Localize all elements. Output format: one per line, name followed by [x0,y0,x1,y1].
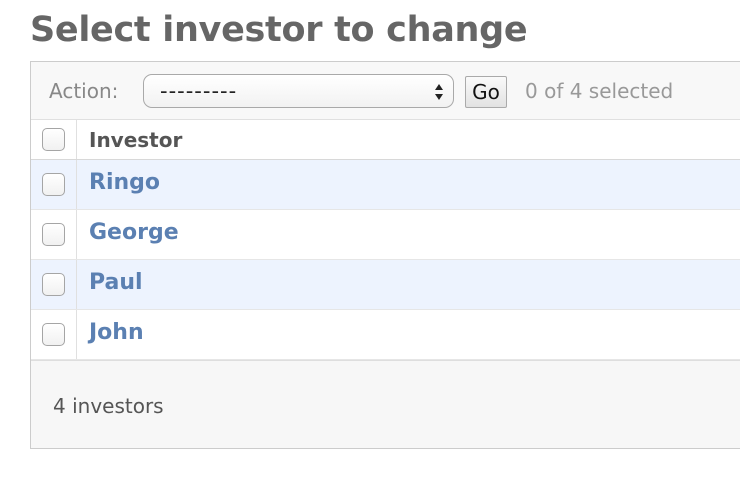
row-checkbox[interactable] [42,173,65,196]
row-check-cell [31,260,77,309]
result-table: Investor Ringo George Paul John [31,120,740,360]
table-row: Paul [31,260,740,310]
result-count: 4 investors [53,394,164,418]
table-row: George [31,210,740,260]
row-checkbox[interactable] [42,223,65,246]
paginator: 4 investors [31,364,740,448]
investor-link[interactable]: John [89,320,144,345]
header-check-cell [31,120,77,159]
table-header: Investor [31,120,740,160]
row-check-cell [31,210,77,259]
go-button[interactable]: Go [465,76,507,108]
table-row: John [31,310,740,360]
row-check-cell [31,310,77,359]
select-all-checkbox[interactable] [42,128,65,151]
action-select-value: --------- [160,79,238,103]
changelist-panel: Action: --------- Go 0 of 4 selected Inv… [30,61,740,449]
selection-counter: 0 of 4 selected [525,79,674,103]
page-title: Select investor to change [30,10,528,50]
row-checkbox[interactable] [42,273,65,296]
investor-link[interactable]: George [89,220,179,245]
row-check-cell [31,160,77,209]
table-row: Ringo [31,160,740,210]
actions-bar: Action: --------- Go 0 of 4 selected [31,62,740,120]
investor-link[interactable]: Ringo [89,170,160,195]
investor-link[interactable]: Paul [89,270,143,295]
action-label: Action: [49,79,119,103]
column-header-investor[interactable]: Investor [89,128,182,152]
row-checkbox[interactable] [42,323,65,346]
action-select[interactable]: --------- [143,74,454,108]
up-down-arrows-icon [435,84,443,100]
